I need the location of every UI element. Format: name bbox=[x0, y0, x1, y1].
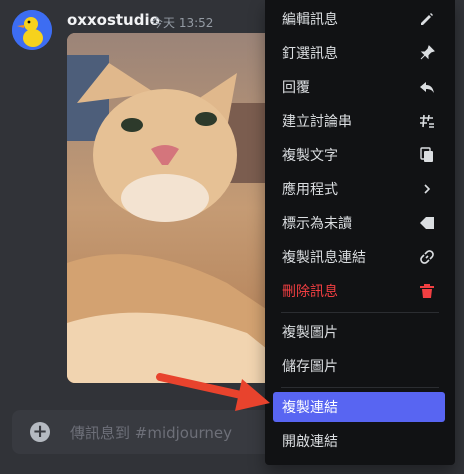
menu-item-create-thread[interactable]: 建立討論串 bbox=[273, 106, 445, 136]
menu-item-label: 應用程式 bbox=[282, 182, 338, 198]
menu-item-apps[interactable]: 應用程式 bbox=[273, 174, 445, 204]
menu-item-label: 複製圖片 bbox=[282, 325, 338, 341]
chevron-right-icon bbox=[419, 181, 435, 197]
message-username[interactable]: oxxostudio bbox=[67, 11, 160, 29]
menu-item-label: 刪除訊息 bbox=[282, 284, 338, 300]
trash-icon bbox=[419, 283, 435, 299]
cat-photo bbox=[67, 33, 272, 383]
menu-item-label: 複製訊息連結 bbox=[282, 250, 366, 266]
menu-item-label: 儲存圖片 bbox=[282, 359, 338, 375]
add-attachment-icon[interactable]: + bbox=[30, 422, 50, 442]
pin-icon bbox=[419, 45, 435, 61]
reply-icon bbox=[419, 79, 435, 95]
menu-item-label: 編輯訊息 bbox=[282, 12, 338, 28]
avatar[interactable] bbox=[12, 10, 52, 50]
menu-item-label: 開啟連結 bbox=[282, 434, 338, 450]
message-timestamp: 今天 13:52 bbox=[151, 16, 214, 30]
annotation-arrow-icon bbox=[156, 373, 270, 411]
menu-item-label: 複製文字 bbox=[282, 148, 338, 164]
menu-item-copy-text[interactable]: 複製文字 bbox=[273, 140, 445, 170]
unread-icon bbox=[419, 215, 435, 231]
menu-item-label: 建立討論串 bbox=[282, 114, 352, 130]
pencil-icon bbox=[419, 11, 435, 27]
menu-item-delete-message[interactable]: 刪除訊息 bbox=[273, 276, 445, 306]
menu-item-pin-message[interactable]: 釘選訊息 bbox=[273, 38, 445, 68]
menu-item-copy-message-link[interactable]: 複製訊息連結 bbox=[273, 242, 445, 272]
menu-separator bbox=[281, 387, 439, 388]
menu-item-label: 釘選訊息 bbox=[282, 46, 338, 62]
avatar-duck-image bbox=[12, 10, 52, 50]
message-image[interactable] bbox=[67, 33, 272, 383]
menu-item-reply[interactable]: 回覆 bbox=[273, 72, 445, 102]
menu-item-label: 回覆 bbox=[282, 80, 310, 96]
menu-separator bbox=[281, 312, 439, 313]
copy-icon bbox=[419, 147, 435, 163]
menu-item-edit-message[interactable]: 編輯訊息 bbox=[273, 4, 445, 34]
menu-item-label: 複製連結 bbox=[282, 400, 338, 416]
menu-item-mark-unread[interactable]: 標示為未讀 bbox=[273, 208, 445, 238]
menu-item-save-image[interactable]: 儲存圖片 bbox=[273, 351, 445, 381]
menu-item-copy-image[interactable]: 複製圖片 bbox=[273, 317, 445, 347]
link-icon bbox=[419, 249, 435, 265]
menu-item-label: 標示為未讀 bbox=[282, 216, 352, 232]
context-menu: 編輯訊息 釘選訊息 回覆 建立討論串 複製文字 應用程式 標示為未讀 複製訊息連… bbox=[265, 0, 455, 465]
menu-item-copy-link[interactable]: 複製連結 bbox=[273, 392, 445, 422]
menu-item-open-link[interactable]: 開啟連結 bbox=[273, 426, 445, 456]
thread-icon bbox=[419, 113, 435, 129]
